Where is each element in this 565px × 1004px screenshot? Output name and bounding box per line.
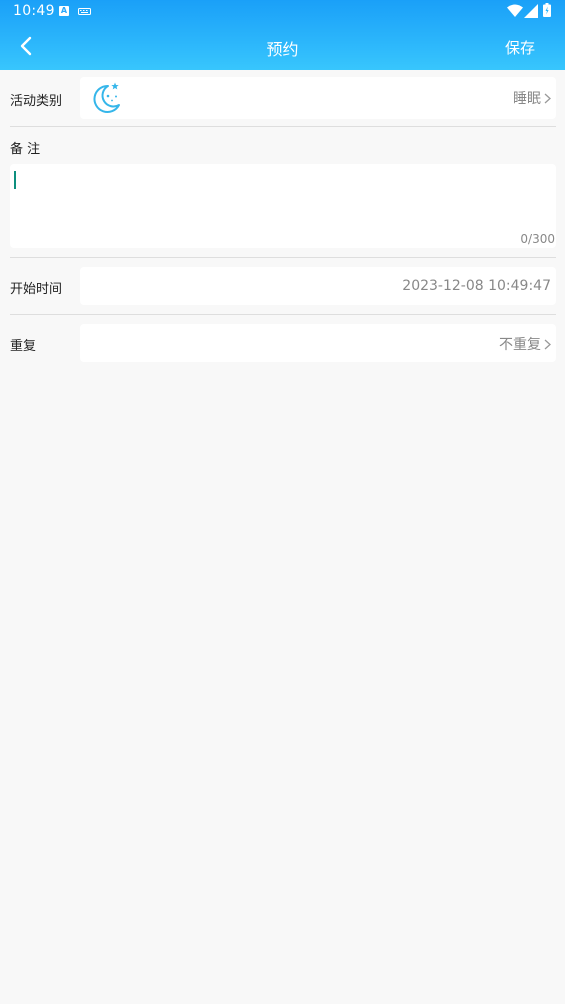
status-bar: 10:49 A bbox=[0, 0, 565, 24]
repeat-value-wrap: 不重复 bbox=[499, 334, 551, 354]
activity-type-value: 睡眠 bbox=[513, 91, 541, 107]
start-time-value: 2023-12-08 10:49:47 bbox=[402, 278, 551, 294]
start-time-label: 开始时间 bbox=[10, 282, 63, 297]
activity-type-value-wrap: 睡眠 bbox=[513, 88, 551, 108]
signal-icon bbox=[524, 4, 538, 18]
wifi-icon bbox=[507, 4, 523, 17]
divider bbox=[10, 257, 556, 258]
activity-type-label: 活动类别 bbox=[10, 94, 63, 109]
moon-star-icon bbox=[93, 82, 120, 113]
notes-char-counter: 0/300 bbox=[520, 232, 555, 246]
status-time: 10:49 bbox=[13, 3, 55, 19]
chevron-right-icon bbox=[544, 339, 551, 350]
back-button[interactable] bbox=[14, 33, 40, 59]
repeat-label: 重复 bbox=[10, 339, 37, 354]
repeat-value: 不重复 bbox=[499, 337, 541, 353]
save-button[interactable]: 保存 bbox=[505, 37, 535, 58]
chevron-right-icon bbox=[544, 93, 551, 104]
page-title: 预约 bbox=[266, 40, 299, 59]
chevron-left-icon bbox=[20, 36, 32, 56]
notes-input[interactable]: 0/300 bbox=[10, 164, 556, 248]
notes-label: 备 注 bbox=[10, 142, 41, 157]
activity-type-field[interactable]: 睡眠 bbox=[80, 77, 556, 119]
divider bbox=[10, 314, 556, 315]
divider bbox=[10, 126, 556, 127]
text-caret bbox=[14, 171, 16, 189]
keyboard-icon bbox=[78, 8, 91, 15]
app-a-icon: A bbox=[59, 6, 69, 16]
app-header: 10:49 A 预约 保存 bbox=[0, 0, 565, 70]
battery-icon bbox=[543, 3, 551, 17]
start-time-field[interactable]: 2023-12-08 10:49:47 bbox=[80, 267, 556, 305]
repeat-field[interactable]: 不重复 bbox=[80, 324, 556, 362]
